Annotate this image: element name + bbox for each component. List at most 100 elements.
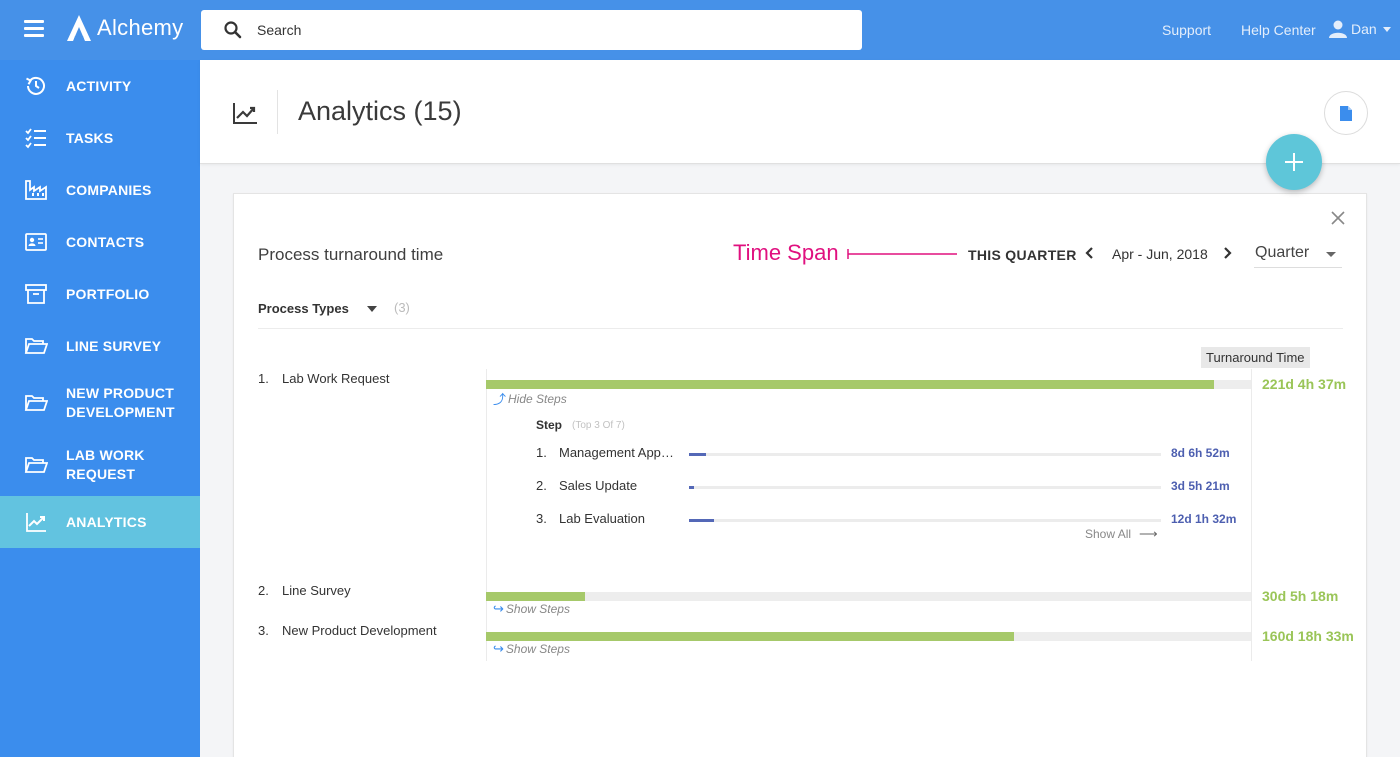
step-label: 3. Lab Evaluation [536, 511, 646, 526]
page-title: Analytics (15) [298, 96, 462, 126]
sidebar-item-label: NEW PRODUCT DEVELOPMENT [66, 385, 175, 420]
sidebar-item-companies[interactable]: COMPANIES [0, 164, 200, 216]
sidebar: ACTIVITY TASKS COMPANIES CONTACTS PORTFO… [0, 60, 200, 757]
process-value: 221d 4h 37m [1262, 376, 1347, 392]
add-button[interactable] [1266, 134, 1322, 190]
history-icon [26, 76, 45, 95]
chevron-right-icon[interactable] [1220, 245, 1234, 261]
folder-open-icon [24, 395, 48, 411]
app-logo[interactable]: Alchemy [66, 14, 183, 42]
annotation-line [847, 249, 957, 259]
archive-box-icon [25, 284, 47, 304]
sidebar-item-label: LINE SURVEY [66, 338, 162, 354]
process-value: 30d 5h 18m [1262, 588, 1339, 604]
sidebar-item-label: TASKS [66, 130, 114, 146]
sidebar-item-label: ACTIVITY [66, 78, 132, 94]
user-menu[interactable]: Dan [1328, 19, 1391, 39]
period-select-value: Quarter [1255, 244, 1310, 261]
chart-axis-line [1251, 369, 1252, 661]
step-bar-fill [689, 519, 715, 522]
show-steps-toggle[interactable]: ↪ Show Steps [493, 601, 570, 617]
process-types-count: (3) [394, 300, 410, 315]
factory-icon [25, 180, 47, 200]
sidebar-item-contacts[interactable]: CONTACTS [0, 216, 200, 268]
page-header: Analytics (15) [200, 60, 1400, 164]
process-bar[interactable] [486, 632, 1251, 641]
steps-subheader: (Top 3 Of 7) [572, 420, 625, 431]
arrow-right-icon: ⟶ [1139, 526, 1158, 541]
sidebar-item-tasks[interactable]: TASKS [0, 112, 200, 164]
process-label: 2. Line Survey [258, 583, 351, 598]
trend-chart-icon [26, 513, 46, 532]
divider [258, 328, 1343, 329]
user-avatar-icon [1329, 20, 1347, 38]
arrow-up-icon: ⤴ [493, 392, 507, 407]
sidebar-item-label: PORTFOLIO [66, 286, 150, 302]
step-bar[interactable] [689, 519, 1161, 522]
trend-chart-icon [233, 103, 257, 124]
search-icon [224, 21, 242, 39]
menu-icon[interactable] [24, 20, 44, 37]
support-link[interactable]: Support [1162, 22, 1211, 38]
chevron-down-icon [1382, 26, 1391, 32]
sidebar-item-line-survey[interactable]: LINE SURVEY [0, 320, 200, 372]
sidebar-item-portfolio[interactable]: PORTFOLIO [0, 268, 200, 320]
process-bar[interactable] [486, 380, 1251, 389]
period-select[interactable]: Quarter [1254, 238, 1342, 268]
arrow-turn-right-icon: ↪ [493, 601, 504, 616]
step-bar[interactable] [689, 486, 1161, 489]
sidebar-item-label: COMPANIES [66, 182, 152, 198]
show-all-link[interactable]: Show All ⟶ [1085, 526, 1158, 542]
card-title: Process turnaround time [258, 245, 444, 264]
process-bar-fill [486, 380, 1214, 389]
time-span-annotation: Time Span [733, 240, 839, 265]
contact-card-icon [25, 233, 47, 251]
sidebar-item-new-product-development[interactable]: NEW PRODUCT DEVELOPMENT [0, 372, 200, 434]
search-input[interactable] [257, 22, 817, 38]
process-bar-fill [486, 632, 1014, 641]
step-label: 2. Sales Update [536, 478, 638, 493]
help-center-link[interactable]: Help Center [1241, 22, 1316, 38]
step-value: 3d 5h 21m [1171, 479, 1230, 493]
process-label: 1. Lab Work Request [258, 371, 390, 386]
folder-open-icon [24, 338, 48, 354]
step-bar-fill [689, 486, 695, 489]
plus-icon [1285, 153, 1303, 171]
sidebar-item-label: LAB WORK REQUEST [66, 447, 145, 482]
date-range: Apr - Jun, 2018 [1112, 246, 1208, 262]
step-label: 1. Management Approval [536, 445, 677, 460]
hide-steps-toggle[interactable]: ⤴ Hide Steps [493, 389, 567, 408]
show-steps-toggle[interactable]: ↪ Show Steps [493, 641, 570, 657]
sidebar-item-label: ANALYTICS [66, 514, 147, 530]
alchemy-logo-icon [67, 15, 91, 41]
process-types-label: Process Types [258, 301, 349, 316]
turnaround-card: Process turnaround time Time Span THIS Q… [233, 193, 1367, 757]
step-bar[interactable] [689, 453, 1161, 456]
search-bar [201, 10, 862, 50]
sidebar-item-activity[interactable]: ACTIVITY [0, 60, 200, 112]
header-divider [277, 90, 278, 134]
chevron-left-icon[interactable] [1083, 245, 1097, 261]
folder-open-icon [24, 457, 48, 473]
document-button[interactable] [1324, 91, 1368, 135]
sidebar-item-analytics[interactable]: ANALYTICS [0, 496, 200, 548]
process-bar-fill [486, 592, 586, 601]
chart-axis-line [486, 369, 487, 661]
arrow-turn-right-icon: ↪ [493, 641, 504, 656]
top-bar: Alchemy Support Help Center Dan [0, 0, 1400, 60]
process-value: 160d 18h 33m [1262, 628, 1354, 644]
step-bar-fill [689, 453, 706, 456]
sidebar-item-lab-work-request[interactable]: LAB WORK REQUEST [0, 434, 200, 496]
process-label: 3. New Product Development [258, 623, 437, 638]
user-name: Dan [1351, 21, 1377, 37]
chevron-down-icon [366, 305, 377, 312]
document-icon [1340, 105, 1352, 121]
checklist-icon [25, 128, 46, 149]
chevron-down-icon [1326, 252, 1336, 257]
app-name: Alchemy [97, 15, 184, 40]
steps-header: Step [536, 418, 563, 432]
turnaround-time-header: Turnaround Time [1201, 347, 1310, 368]
process-bar[interactable] [486, 592, 1251, 601]
process-types-filter[interactable]: Process Types [258, 301, 377, 316]
close-icon[interactable] [1328, 208, 1348, 228]
